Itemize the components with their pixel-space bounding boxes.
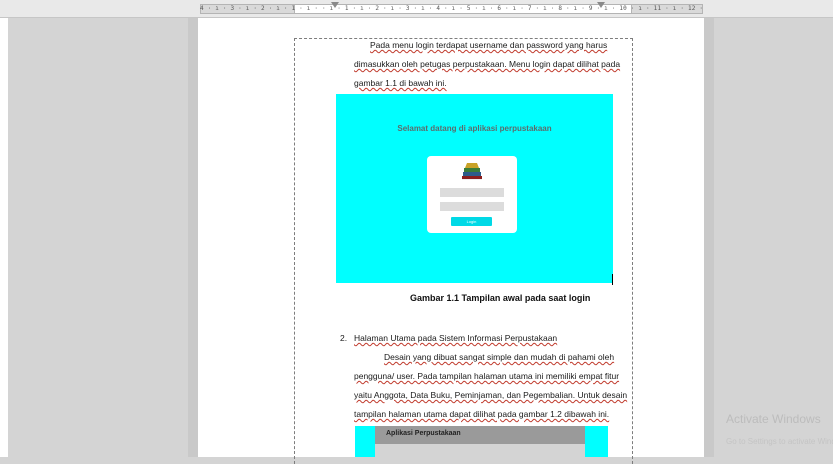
login-card: Login <box>427 156 517 233</box>
figure-login-screenshot[interactable]: Selamat datang di aplikasi perpustakaan … <box>336 94 613 283</box>
para2-line1[interactable]: Desain yang dibuat sangat simple dan mud… <box>384 352 614 362</box>
ruler-ticks: 4 · ı · 3 · ı · 2 · ı · 1 · ı · · ı · 1 … <box>200 5 703 12</box>
para2-line4[interactable]: tampilan halaman utama dapat dilihat pad… <box>354 409 609 419</box>
figure1-caption[interactable]: Gambar 1.1 Tampilan awal pada saat login <box>410 293 590 303</box>
figure2-titlebar: Aplikasi Perpustakaan <box>375 426 585 444</box>
para1-line3[interactable]: gambar 1.1 di bawah ini. <box>354 78 447 88</box>
document-page[interactable]: Pada menu login terdapat username dan pa… <box>198 18 704 464</box>
figure1-welcome-title: Selamat datang di aplikasi perpustakaan <box>397 124 552 133</box>
first-line-indent-marker[interactable] <box>331 2 339 8</box>
para1-line1[interactable]: Pada menu login terdapat username dan pa… <box>370 40 607 50</box>
page-shadow-left <box>188 18 198 457</box>
figure2-window: Aplikasi Perpustakaan <box>375 426 585 457</box>
para1-line2[interactable]: dimasukkan oleh petugas perpustakaan. Me… <box>354 59 620 69</box>
login-button: Login <box>451 217 492 226</box>
figure2-app-title: Aplikasi Perpustakaan <box>386 430 461 437</box>
para2-line2[interactable]: pengguna/ user. Pada tampilan halaman ut… <box>354 371 619 381</box>
right-indent-marker[interactable] <box>597 2 605 8</box>
page-shadow-right <box>704 18 714 457</box>
books-icon <box>462 163 482 180</box>
para2-line3[interactable]: yaitu Anggota, Data Buku, Peminjaman, da… <box>354 390 627 400</box>
horizontal-ruler[interactable]: 4 · ı · 3 · ı · 2 · ı · 1 · ı · · ı · 1 … <box>0 0 833 18</box>
left-gutter <box>0 18 8 457</box>
activate-windows-title: Activate Windows <box>726 412 821 426</box>
activate-windows-subtitle: Go to Settings to activate Windows. <box>726 437 833 446</box>
password-field <box>440 202 504 211</box>
list-number: 2. <box>340 333 348 343</box>
figure-main-page-screenshot[interactable]: Aplikasi Perpustakaan <box>355 426 608 457</box>
text-cursor <box>612 274 613 285</box>
list-item-heading[interactable]: Halaman Utama pada Sistem Informasi Perp… <box>354 333 557 343</box>
username-field <box>440 188 504 197</box>
